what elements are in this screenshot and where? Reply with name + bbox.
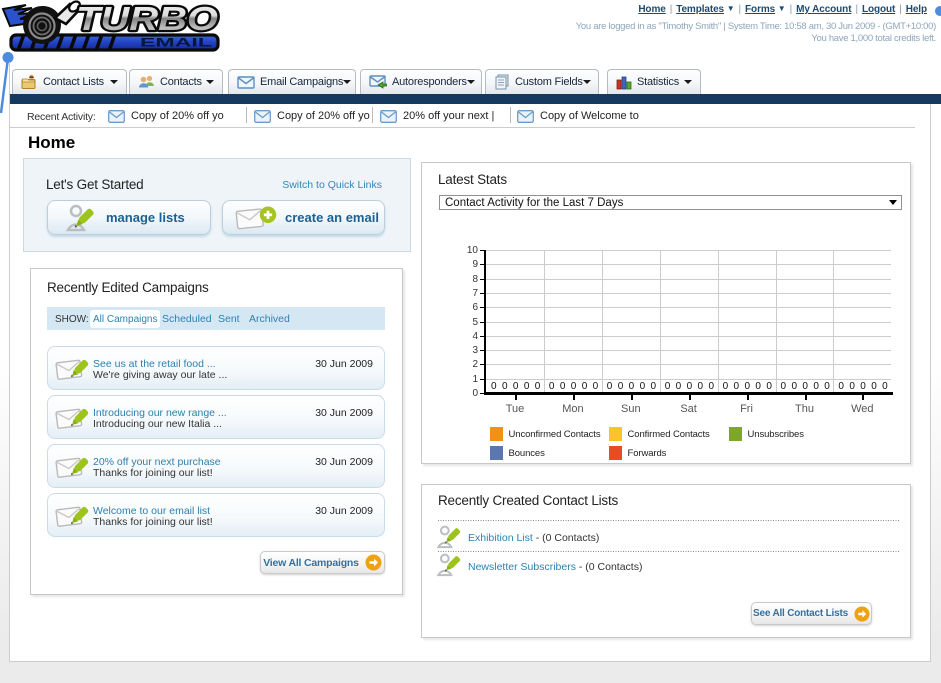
svg-text:EMAIL: EMAIL [140, 38, 212, 50]
svg-text:TURBO: TURBO [76, 0, 218, 37]
